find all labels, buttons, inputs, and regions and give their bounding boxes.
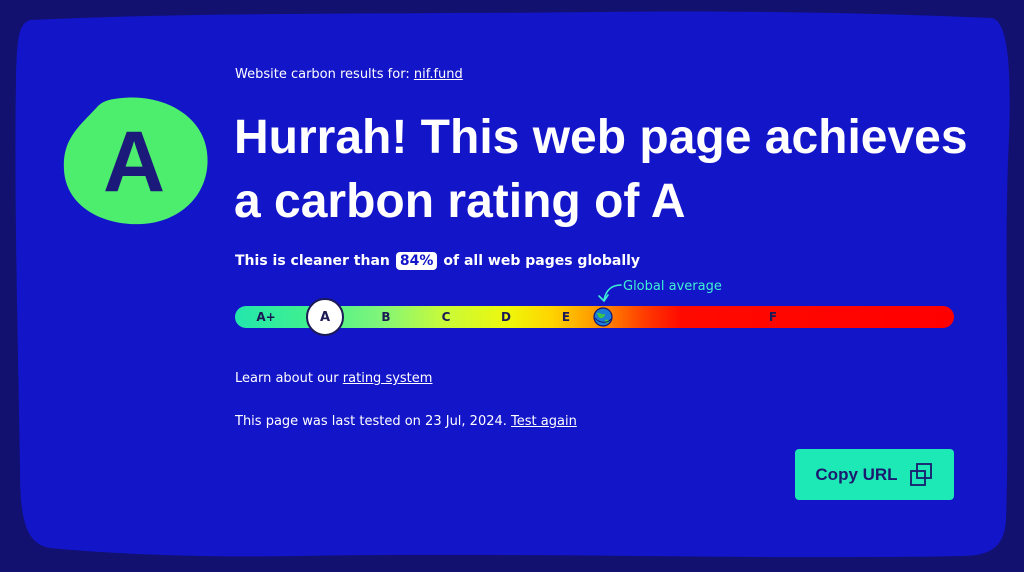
results-for-line: Website carbon results for: nif.fund xyxy=(235,67,463,82)
globe-icon xyxy=(593,307,613,327)
rating-letter: A xyxy=(102,114,166,210)
cleaner-text-after: of all web pages globally xyxy=(443,253,641,269)
copy-url-label: Copy URL xyxy=(815,464,898,484)
global-average-label: Global average xyxy=(623,279,722,294)
learn-text: Learn about our xyxy=(235,371,339,386)
last-tested-line: This page was last tested on 23 Jul, 202… xyxy=(235,414,577,429)
test-again-link[interactable]: Test again xyxy=(511,414,577,429)
percent-badge: 84% xyxy=(395,252,438,270)
grade-e: E xyxy=(561,310,571,324)
curved-arrow-icon xyxy=(598,284,622,302)
cleaner-text-before: This is cleaner than xyxy=(235,253,390,269)
site-link[interactable]: nif.fund xyxy=(414,67,463,82)
copy-url-button[interactable]: Copy URL xyxy=(795,449,954,500)
headline: Hurrah! This web page achieves a carbon … xyxy=(234,111,968,228)
last-tested-text: This page was last tested on 23 Jul, 202… xyxy=(235,414,507,429)
cleaner-than-line: This is cleaner than 84% of all web page… xyxy=(235,252,640,270)
grade-c: C xyxy=(441,310,451,324)
current-grade-marker: A xyxy=(306,298,344,336)
rating-system-link[interactable]: rating system xyxy=(343,371,433,386)
copy-icon xyxy=(909,462,932,486)
grade-a-plus: A+ xyxy=(256,310,276,324)
results-for-label: Website carbon results for: xyxy=(235,67,410,82)
grade-d: D xyxy=(501,310,511,324)
learn-line: Learn about our rating system xyxy=(235,371,432,386)
grade-f: F xyxy=(768,310,778,324)
grade-b: B xyxy=(381,310,391,324)
